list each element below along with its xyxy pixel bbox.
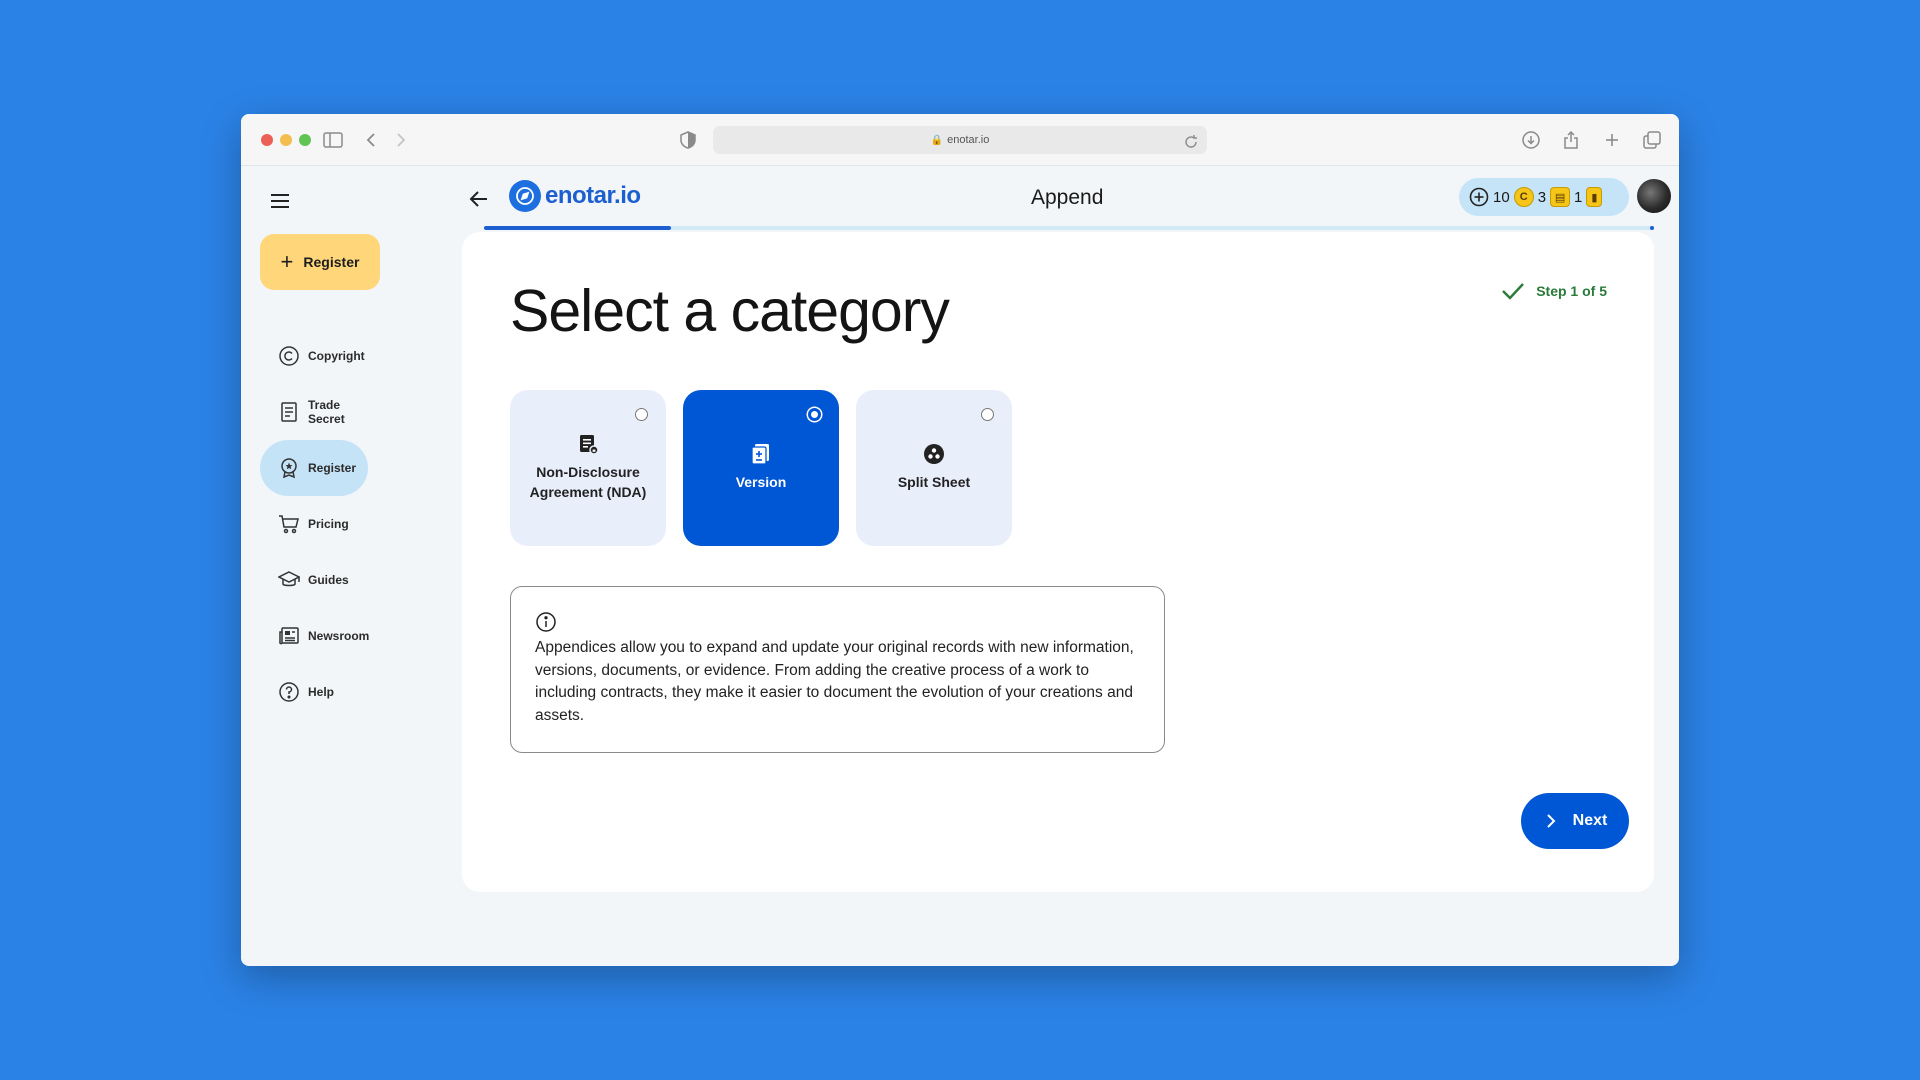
sidebar-item-copyright[interactable]: Copyright: [260, 328, 368, 384]
section-heading: Select a category: [510, 278, 950, 344]
option-label: Split Sheet: [897, 474, 971, 491]
sidebar-item-label: Trade Secret: [308, 398, 345, 426]
sidebar-item-help[interactable]: Help: [260, 664, 368, 720]
browser-toolbar: 🔒 enotar.io: [241, 114, 1679, 166]
url-text: enotar.io: [947, 134, 990, 146]
step-indicator: Step 1 of 5: [1500, 278, 1607, 304]
shield-icon[interactable]: [678, 130, 698, 150]
sidebar-item-label: Guides: [308, 573, 349, 587]
sidebar-item-newsroom[interactable]: Newsroom: [260, 608, 370, 664]
register-cta-label: Register: [303, 254, 360, 270]
sidebar-icon[interactable]: [323, 130, 343, 150]
badge-coin-icon: ▤: [1550, 187, 1571, 207]
address-bar[interactable]: 🔒 enotar.io: [713, 126, 1207, 154]
step-text: Step 1 of 5: [1536, 283, 1607, 299]
register-cta-button[interactable]: + Register: [260, 234, 380, 290]
option-label: Non-Disclosure Agreement (NDA): [529, 464, 647, 500]
info-box: Appendices allow you to expand and updat…: [510, 586, 1165, 753]
copyright-coin-icon: C: [1513, 187, 1534, 207]
back-icon[interactable]: [361, 130, 381, 150]
tabs-icon[interactable]: [1642, 130, 1662, 150]
avatar[interactable]: [1637, 179, 1671, 213]
step-progress-bar: [484, 226, 1654, 230]
next-label: Next: [1572, 812, 1608, 829]
info-icon: [536, 612, 556, 632]
credits-badge[interactable]: 10 C 3 ▤ 1 ▮: [1459, 178, 1629, 216]
radio-button[interactable]: [981, 408, 994, 421]
new-tab-icon[interactable]: [1602, 130, 1622, 150]
nda-document-icon: [580, 435, 599, 456]
copyright-icon: [279, 346, 299, 366]
sidebar-item-guides[interactable]: Guides: [260, 552, 368, 608]
next-button[interactable]: Next: [1521, 793, 1629, 849]
radio-button[interactable]: [635, 408, 648, 421]
sidebar-item-label: Register: [308, 461, 357, 475]
page-title: Append: [1031, 186, 1104, 209]
sidebar-item-trade-secret[interactable]: Trade Secret: [260, 384, 368, 440]
category-option-split-sheet[interactable]: Split Sheet: [856, 390, 1012, 546]
category-option-version[interactable]: Version: [683, 390, 839, 546]
forward-icon[interactable]: [391, 130, 411, 150]
sidebar-nav: Copyright Trade Secret Register Pricing …: [260, 328, 400, 720]
lock-icon: 🔒: [930, 134, 944, 146]
copyright-credits: 3: [1537, 188, 1547, 206]
sidebar-item-register[interactable]: Register: [260, 440, 368, 496]
document-coin-icon: ▮: [1586, 187, 1603, 207]
maximize-window-button[interactable]: [299, 134, 311, 146]
sidebar-item-label: Copyright: [308, 349, 365, 363]
help-icon: [279, 682, 299, 702]
sidebar-item-pricing[interactable]: Pricing: [260, 496, 368, 552]
sidebar-item-label: Help: [308, 685, 335, 699]
newspaper-icon: [279, 627, 299, 645]
logo-text: enotar.io: [545, 182, 641, 209]
share-icon[interactable]: [1561, 130, 1581, 150]
graduation-cap-icon: [278, 571, 300, 587]
category-option-nda[interactable]: Non-Disclosure Agreement (NDA): [510, 390, 666, 546]
plus-circle-icon: [1469, 187, 1489, 207]
sidebar-item-label: Pricing: [308, 517, 349, 531]
hamburger-menu-icon[interactable]: [269, 190, 291, 212]
split-sheet-icon: [924, 444, 944, 465]
progress-end-dot: [1650, 226, 1654, 230]
reload-icon[interactable]: [1181, 132, 1201, 152]
main-card: Select a category Step 1 of 5 Non-Disclo…: [462, 232, 1654, 892]
progress-fill: [484, 226, 672, 230]
category-options: Non-Disclosure Agreement (NDA) Version S…: [510, 390, 1012, 546]
version-document-icon: [751, 444, 769, 465]
chevron-right-icon: [1546, 814, 1556, 828]
sidebar-item-label: Newsroom: [308, 629, 370, 643]
compass-logo-icon: [509, 180, 541, 212]
close-window-button[interactable]: [261, 134, 273, 146]
info-text: Appendices allow you to expand and updat…: [535, 639, 1134, 724]
plus-icon: +: [280, 249, 294, 274]
radio-button-selected[interactable]: [808, 408, 821, 421]
check-icon: [1502, 283, 1525, 300]
download-icon[interactable]: [1521, 130, 1541, 150]
badge-credits: 1: [1574, 188, 1583, 206]
cart-icon: [279, 515, 299, 534]
minimize-window-button[interactable]: [280, 134, 292, 146]
back-arrow-icon[interactable]: [467, 187, 491, 211]
option-label: Version: [735, 474, 787, 491]
badge-icon: [281, 458, 297, 479]
credits-total: 10: [1493, 188, 1510, 206]
document-icon: [281, 402, 297, 422]
browser-window: 🔒 enotar.io + Register Copyright Trade S…: [241, 114, 1679, 966]
enotar-logo[interactable]: enotar.io: [509, 180, 641, 212]
